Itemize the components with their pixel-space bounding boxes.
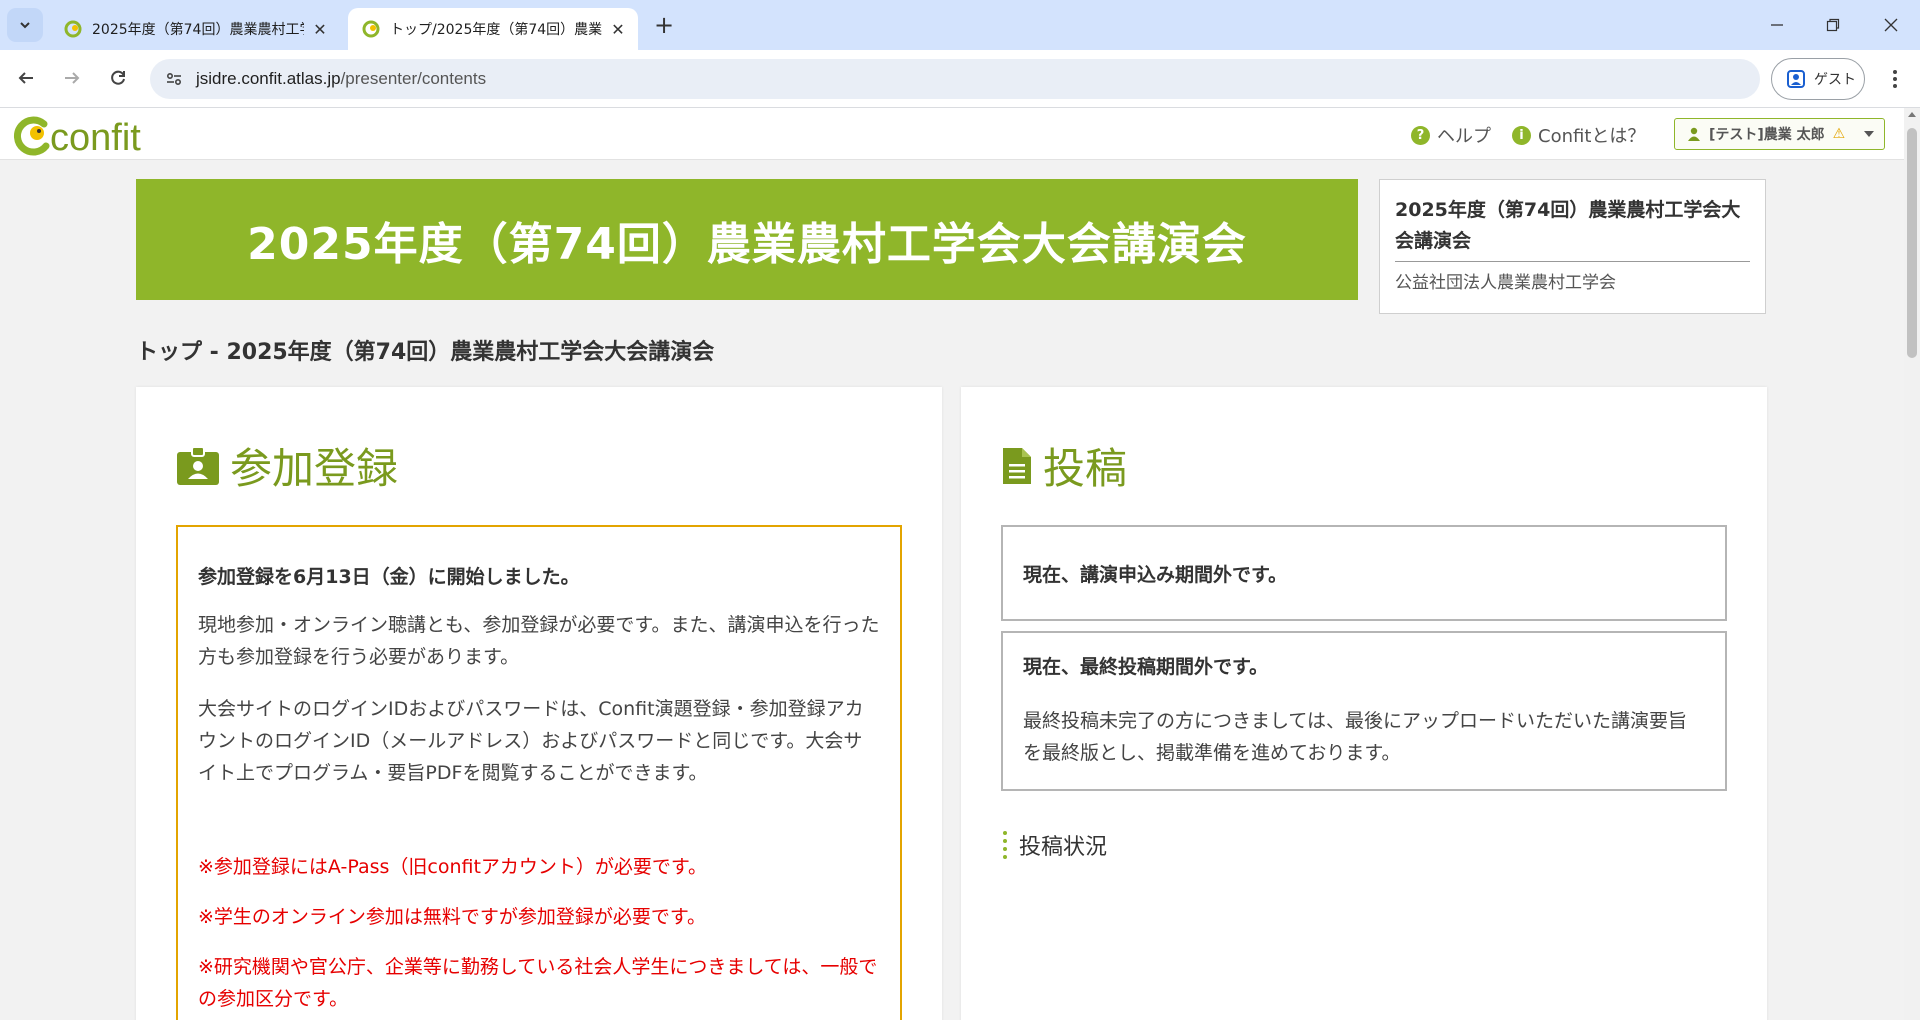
badge-icon: [177, 445, 219, 485]
final-submission-notice: 現在、最終投稿期間外です。 最終投稿未完了の方につきましては、最後にアップロード…: [1001, 631, 1727, 791]
conference-info-card: 2025年度（第74回）農業農村工学会大会講演会 公益社団法人農業農村工学会: [1379, 179, 1766, 314]
breadcrumb: トップ - 2025年度（第74回）農業農村工学会大会講演会: [136, 340, 715, 365]
profile-button[interactable]: ゲスト: [1771, 58, 1865, 100]
browser-tab-2[interactable]: トップ/2025年度（第74回）農業農村 ✕: [348, 8, 638, 50]
section-marker-icon: [1003, 829, 1007, 861]
tab-title: 2025年度（第74回）農業農村工学会: [92, 22, 304, 38]
browser-tab-1[interactable]: 2025年度（第74回）農業農村工学会 ✕: [50, 8, 340, 50]
warning-icon: ⚠: [1832, 126, 1846, 142]
info-card-title: 2025年度（第74回）農業農村工学会大会講演会: [1395, 195, 1750, 262]
profile-icon: [1787, 70, 1805, 88]
back-icon[interactable]: [10, 62, 42, 94]
submission-panel: 投稿 現在、講演申込み期間外です。 現在、最終投稿期間外です。 最終投稿未完了の…: [961, 387, 1767, 1020]
registration-heading: 参加登録: [176, 435, 398, 496]
chevron-down-icon: [20, 22, 30, 29]
info-icon: i: [1512, 125, 1531, 145]
restore-icon[interactable]: [1818, 10, 1848, 40]
submission-status-heading: 投稿状況: [1003, 829, 1107, 861]
tab-search-button[interactable]: [7, 8, 43, 42]
kebab-menu-icon[interactable]: [1880, 64, 1910, 94]
user-menu-button[interactable]: [テスト]農業 太郎 ⚠: [1674, 118, 1885, 150]
minimize-icon[interactable]: [1762, 10, 1792, 40]
scroll-thumb[interactable]: [1907, 128, 1917, 358]
plus-icon[interactable]: +: [650, 12, 678, 40]
notice-paragraph: 現地参加・オンライン聴講とも、参加登録が必要です。また、講演申込を行った方も参加…: [198, 614, 880, 668]
tab-title: トップ/2025年度（第74回）農業農村: [390, 22, 602, 38]
notice-alert: ※参加登録にはA-Pass（旧confitアカウント）が必要です。: [198, 856, 708, 878]
close-window-icon[interactable]: [1876, 10, 1906, 40]
notice-alert: ※学生のオンライン参加は無料ですが参加登録が必要です。: [198, 906, 707, 928]
browser-tab-bar: 2025年度（第74回）農業農村工学会 ✕ トップ/2025年度（第74回）農業…: [0, 0, 1920, 50]
notice-title: 参加登録を6月13日（金）に開始しました。: [198, 566, 580, 588]
registration-notice: 参加登録を6月13日（金）に開始しました。 現地参加・オンライン聴講とも、参加登…: [176, 525, 902, 1020]
browser-toolbar: jsidre.confit.atlas.jp/presenter/content…: [0, 50, 1920, 108]
conference-banner: 2025年度（第74回）農業農村工学会大会講演会: [136, 179, 1358, 300]
notice-paragraph: 大会サイトのログインIDおよびパスワードは、Confit演題登録・参加登録アカウ…: [198, 698, 864, 784]
close-icon[interactable]: ✕: [608, 20, 628, 39]
abstract-period-notice: 現在、講演申込み期間外です。: [1001, 525, 1727, 621]
submission-heading: 投稿: [1001, 435, 1127, 496]
user-icon: [1688, 127, 1700, 141]
help-icon: ?: [1411, 125, 1430, 145]
favicon-icon: [64, 20, 82, 38]
site-info-icon[interactable]: [164, 69, 184, 89]
chevron-down-icon: [1864, 131, 1874, 137]
scroll-up-arrow[interactable]: [1908, 112, 1916, 117]
forward-icon[interactable]: [56, 62, 88, 94]
about-confit-link[interactable]: i Confitとは？: [1512, 122, 1645, 148]
banner-title: 2025年度（第74回）農業農村工学会大会講演会: [247, 218, 1247, 270]
registration-panel: 参加登録 参加登録を6月13日（金）に開始しました。 現地参加・オンライン聴講と…: [136, 387, 942, 1020]
site-header: confit ? ヘルプ i Confitとは？ [テスト]農業 太郎 ⚠: [0, 108, 1904, 160]
document-icon: [1003, 447, 1031, 484]
favicon-icon: [362, 20, 380, 38]
help-link[interactable]: ? ヘルプ: [1411, 122, 1491, 148]
logo-mark-icon: [13, 116, 50, 156]
page-scrollbar[interactable]: [1904, 108, 1920, 1020]
info-card-organization: 公益社団法人農業農村工学会: [1395, 273, 1616, 293]
close-icon[interactable]: ✕: [310, 20, 330, 39]
notice-alert: ※研究機関や官公庁、企業等に勤務している社会人学生につきましては、一般での参加区…: [198, 956, 878, 1010]
address-bar[interactable]: jsidre.confit.atlas.jp/presenter/content…: [150, 59, 1760, 99]
url-text: jsidre.confit.atlas.jp/presenter/content…: [196, 69, 487, 88]
reload-icon[interactable]: [102, 62, 134, 94]
confit-logo[interactable]: confit: [10, 112, 141, 158]
